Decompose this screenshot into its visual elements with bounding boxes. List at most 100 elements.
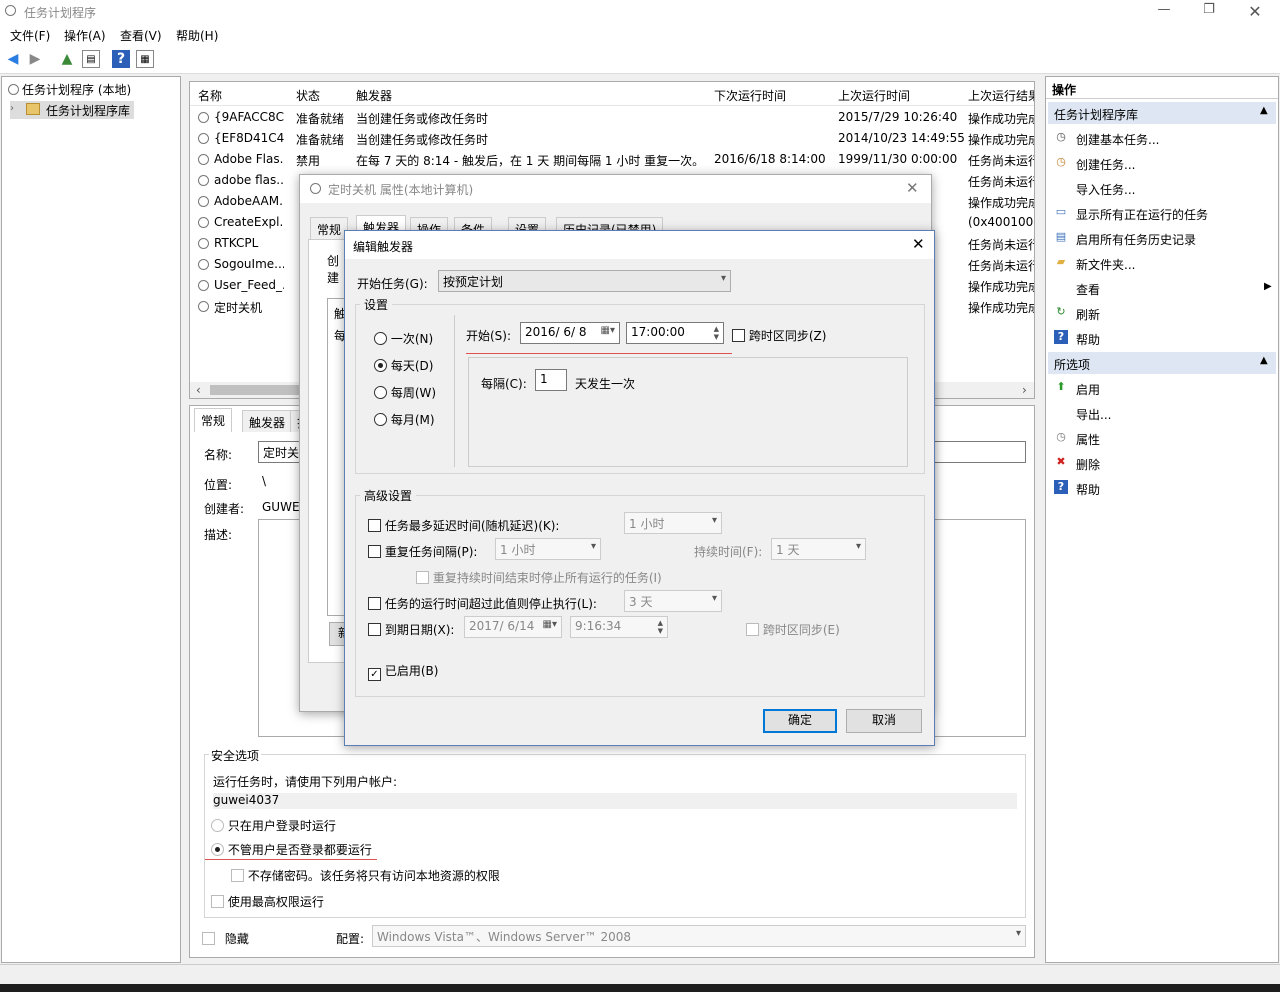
column-name[interactable]: 名称 <box>198 87 222 104</box>
action-item[interactable]: ◷ 创建基本任务... <box>1046 127 1278 149</box>
show-hide-tree-icon[interactable]: ▤ <box>82 50 100 68</box>
table-row[interactable]: {9AFACC8C... 准备就绪当创建任务或修改任务时 2015/7/29 10:… <box>190 107 1034 128</box>
help-icon: ? <box>1054 330 1068 344</box>
tree-root[interactable]: 任务计划程序 (本地) <box>8 81 131 98</box>
column-trigger[interactable]: 触发器 <box>356 87 392 104</box>
repeat-checkbox[interactable]: 重复任务间隔(P): <box>368 543 477 560</box>
freq-daily[interactable]: 每天(D) <box>374 357 433 374</box>
actions-pane: 操作 任务计划程序库 ▲ ◷ 创建基本任务... ◷ 创建任务... 导入任务... ▭ 显… <box>1045 76 1279 963</box>
enabled-checkbox[interactable]: ✓ 已启用(B) <box>368 662 438 681</box>
cancel-button[interactable]: 取消 <box>846 709 922 733</box>
opt-always[interactable]: 不管用户是否登录都要运行 <box>211 841 372 858</box>
ok-button[interactable]: 确定 <box>763 709 837 733</box>
table-row[interactable]: {EF8D41C4-... 准备就绪当创建任务或修改任务时 2014/10/23 1… <box>190 128 1034 149</box>
expand-arrow-icon[interactable]: › <box>10 103 14 114</box>
section-selected[interactable]: 所选项 ▲ <box>1048 352 1276 374</box>
close-icon[interactable]: ✕ <box>912 235 925 253</box>
section-library[interactable]: 任务计划程序库 ▲ <box>1048 102 1276 124</box>
toolbar: ◀ ▶ ▲ ▤ ? ▦ <box>0 46 1280 74</box>
start-time-field[interactable]: 17:00:00 ▲ ▼ <box>626 322 724 344</box>
action-item[interactable]: ? 帮助 <box>1046 477 1278 499</box>
every-field[interactable]: 1 <box>535 369 567 391</box>
column-next-run[interactable]: 下次运行时间 <box>714 87 786 104</box>
opt-no-password[interactable]: 不存储密码。该任务将只有访问本地资源的权限 <box>231 867 500 884</box>
tab-general[interactable]: 常规 <box>310 217 349 239</box>
freq-once[interactable]: 一次(N) <box>374 330 433 347</box>
up-folder-icon[interactable]: ▲ <box>58 50 76 68</box>
column-status[interactable]: 状态 <box>296 87 320 104</box>
scroll-left-icon[interactable]: ‹ <box>196 383 201 397</box>
collapse-icon[interactable]: ▲ <box>1260 355 1268 366</box>
action-item[interactable]: 导出... <box>1046 402 1278 424</box>
action-item[interactable]: 导入任务... <box>1046 177 1278 199</box>
edit-trigger-dialog: 编辑触发器 ✕ 开始任务(G): 按预定计划 ▾ 设置 一次(N) 每天(D) 每… <box>344 230 935 746</box>
hidden-checkbox[interactable]: 隐藏 <box>202 930 249 947</box>
minimize-button[interactable]: — <box>1153 2 1175 22</box>
close-icon[interactable]: ✕ <box>906 179 919 197</box>
calendar-icon[interactable]: ▦▾ <box>601 325 615 336</box>
config-select[interactable]: Windows Vista™、Windows Server™ 2008 ▾ <box>372 925 1026 947</box>
action-item[interactable]: ↻ 刷新 <box>1046 302 1278 324</box>
repeat-select[interactable]: 1 小时 ▾ <box>495 538 601 560</box>
begin-task-select[interactable]: 按预定计划 ▾ <box>438 270 731 292</box>
menu-file[interactable]: 文件(F) <box>10 27 50 44</box>
expire-time-field[interactable]: 9:16:34 ▲ ▼ <box>570 616 668 638</box>
cell-result: 操作成功完成 <box>968 196 1034 210</box>
delay-select[interactable]: 1 小时 ▾ <box>624 512 722 534</box>
tree-item-library[interactable]: › 任务计划程序库 <box>10 101 134 119</box>
dropdown-arrow-icon: ▾ <box>711 593 717 604</box>
freq-monthly[interactable]: 每月(M) <box>374 411 435 428</box>
forward-arrow-icon[interactable]: ▶ <box>26 50 44 68</box>
action-item[interactable]: ▭ 显示所有正在运行的任务 <box>1046 202 1278 224</box>
spinner-icon[interactable]: ▲ ▼ <box>714 325 719 341</box>
opt-logged-on[interactable]: 只在用户登录时运行 <box>211 817 336 834</box>
opt-highest-privileges[interactable]: 使用最高权限运行 <box>211 893 324 910</box>
cell-name: 定时关机 <box>214 301 263 315</box>
view-icon <box>1054 280 1068 294</box>
cell-name: {9AFACC8C... <box>214 110 284 124</box>
expire-date-field[interactable]: 2017/ 6/14 ▦▾ <box>464 616 562 638</box>
tab-triggers[interactable]: 触发器 <box>242 410 293 432</box>
collapse-icon[interactable]: ▲ <box>1260 105 1268 116</box>
stop-long-checkbox[interactable]: 任务的运行时间超过此值则停止执行(L): <box>368 595 597 612</box>
action-item[interactable]: ? 帮助 <box>1046 327 1278 349</box>
action-item[interactable]: ✖ 删除 <box>1046 452 1278 474</box>
security-group: 安全选项 运行任务时，请使用下列用户帐户: guwei4037 只在用户登录时运… <box>204 747 1026 918</box>
task-clock-icon <box>198 154 209 165</box>
action-item[interactable]: ◷ 创建任务... <box>1046 152 1278 174</box>
stop-all-checkbox[interactable]: 重复持续时间结束时停止所有运行的任务(I) <box>416 569 662 586</box>
action-item[interactable]: ◷ 属性 <box>1046 427 1278 449</box>
user-account-field[interactable]: guwei4037 <box>213 793 1017 809</box>
menu-help[interactable]: 帮助(H) <box>176 27 218 44</box>
sync-timezone-checkbox[interactable]: 跨时区同步(Z) <box>732 327 826 344</box>
cell-result: 任务尚未运行 <box>968 259 1034 273</box>
action-item[interactable]: ▰ 新文件夹... <box>1046 252 1278 274</box>
author-label: 创建者: <box>204 502 245 516</box>
action-pane-icon[interactable]: ▦ <box>136 50 154 68</box>
maximize-button[interactable]: ❐ <box>1198 2 1220 22</box>
freq-weekly[interactable]: 每周(W) <box>374 384 436 401</box>
delay-checkbox[interactable]: 任务最多延迟时间(随机延迟)(K): <box>368 517 559 534</box>
start-date-field[interactable]: 2016/ 6/ 8 ▦▾ <box>520 322 620 344</box>
action-item[interactable]: ▤ 启用所有任务历史记录 <box>1046 227 1278 249</box>
action-label: 创建任务... <box>1076 158 1136 172</box>
column-last-result[interactable]: 上次运行结果 <box>968 87 1034 104</box>
scroll-right-icon[interactable]: › <box>1022 383 1027 397</box>
close-window-button[interactable]: ✕ <box>1244 2 1266 22</box>
actions-header: 操作 <box>1046 77 1278 99</box>
back-arrow-icon[interactable]: ◀ <box>4 50 22 68</box>
menu-action[interactable]: 操作(A) <box>64 27 106 44</box>
help-icon[interactable]: ? <box>112 50 130 68</box>
stop-long-select[interactable]: 3 天 ▾ <box>624 590 722 612</box>
action-item[interactable]: 查看 ▶ <box>1046 277 1278 299</box>
action-label: 导出... <box>1076 408 1112 422</box>
expire-checkbox[interactable]: 到期日期(X): <box>368 621 454 638</box>
tab-general[interactable]: 常规 <box>194 408 233 432</box>
menu-view[interactable]: 查看(V) <box>120 27 162 44</box>
column-last-run[interactable]: 上次运行时间 <box>838 87 910 104</box>
duration-select[interactable]: 1 天 ▾ <box>771 538 866 560</box>
expire-sync-checkbox[interactable]: 跨时区同步(E) <box>746 621 840 638</box>
action-item[interactable]: ⬆ 启用 <box>1046 377 1278 399</box>
table-row[interactable]: Adobe Flas... 禁用 在每 7 天的 8:14 - 触发后，在 1 天 … <box>190 149 1034 170</box>
cell-status: 禁用 <box>296 154 321 168</box>
